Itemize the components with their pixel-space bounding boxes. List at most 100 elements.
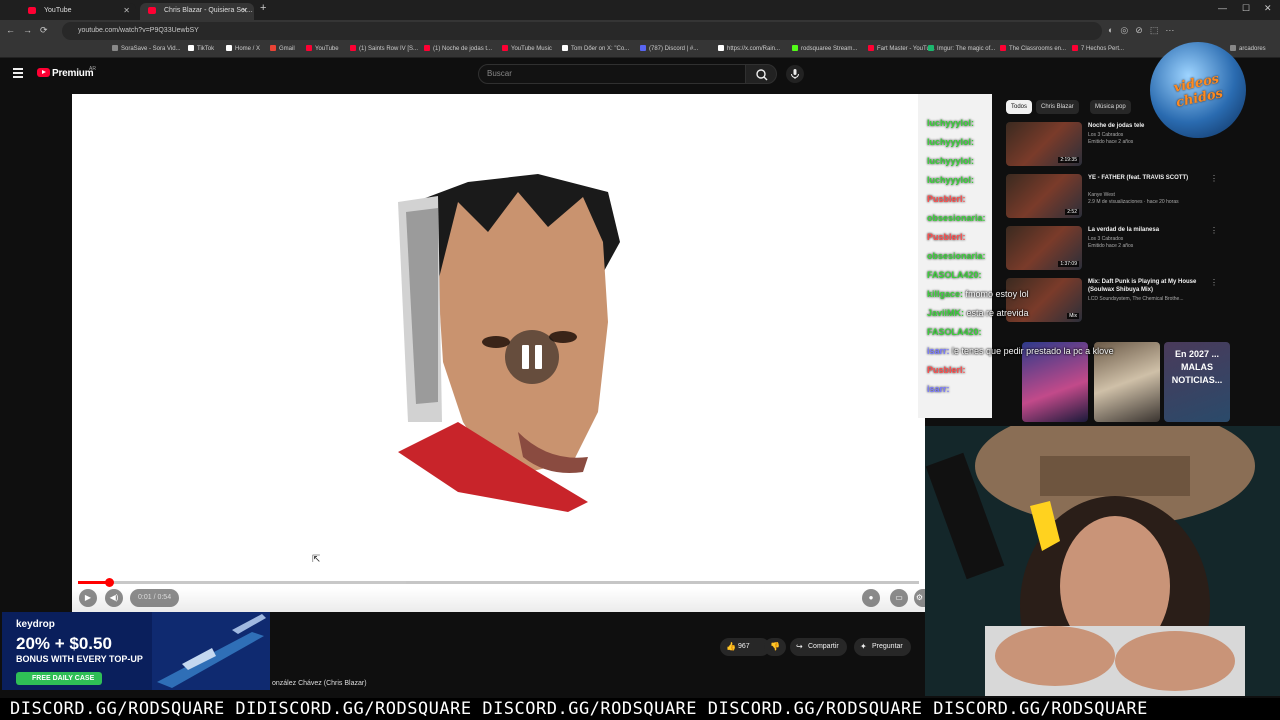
chip-all[interactable]: Todos (1006, 100, 1033, 114)
progress-bar[interactable] (78, 578, 919, 587)
bookmark-label: Home / X (235, 46, 261, 52)
extension-icons[interactable]: ◐◎⊘⬚⋯ (1108, 25, 1181, 36)
bookmark-item[interactable]: Home / X (226, 45, 260, 52)
search-icon (756, 69, 768, 81)
chip-chris-blazar[interactable]: Chris Blazar (1036, 100, 1079, 114)
search-button[interactable] (745, 64, 777, 84)
more-options-icon[interactable]: ⋮ (1210, 174, 1218, 183)
bookmark-item[interactable]: The Classrooms en... (1000, 45, 1066, 52)
search-input[interactable]: Buscar (478, 64, 746, 84)
youtube-logo-icon[interactable] (37, 68, 50, 77)
autoplay-toggle[interactable]: ● (862, 589, 880, 607)
navigation-icons[interactable]: ←→⟳ (6, 25, 56, 36)
new-tab-button[interactable]: + (260, 2, 266, 14)
bookmark-item[interactable]: TikTok (188, 45, 214, 52)
recommendation-title[interactable]: Mix: Daft Punk is Playing at My House (S… (1088, 278, 1206, 294)
bookmark-item[interactable]: https://x.com/Rain... (718, 45, 780, 52)
ad-brand: keydrop (16, 619, 55, 630)
bookmark-favicon-icon (562, 45, 568, 51)
volume-button[interactable]: ◀) (105, 589, 123, 607)
sparkle-icon: ✦ (860, 642, 867, 651)
bookmark-favicon-icon (502, 45, 508, 51)
bookmark-label: YouTube Music (511, 46, 552, 52)
youtube-favicon-icon (28, 7, 36, 14)
chat-username: FASOLA420: (927, 327, 982, 337)
recommendation-channel[interactable]: Los 3 Cabrados (1088, 236, 1123, 242)
url-field[interactable]: youtube.com/watch?v=P9Q33UewbSY (62, 22, 1102, 40)
bookmark-item[interactable]: 7 Hechos Pert... (1072, 45, 1124, 52)
logo-text: videos chidos (1172, 71, 1225, 111)
maximize-icon[interactable]: ☐ (1242, 3, 1250, 14)
bookmark-item[interactable]: Gmail (270, 45, 295, 52)
bookmark-label: Imgur: The magic of... (937, 46, 996, 52)
more-options-icon[interactable]: ⋮ (1210, 278, 1218, 287)
ticker-text: DISCORD.GG/RODSQUARE DIDISCORD.GG/RODSQU… (10, 699, 1148, 719)
recommendation-channel[interactable]: Los 3 Cabrados (1088, 132, 1123, 138)
channel-logo: videos chidos (1150, 42, 1246, 138)
short-thumbnail[interactable]: En 2027 ... MALAS NOTICIAS... (1164, 342, 1230, 422)
browser-tab-youtube[interactable]: YouTube ✕ (20, 3, 136, 20)
recommendation-thumbnail[interactable]: 1:37:09 (1006, 226, 1082, 270)
bookmark-item[interactable]: YouTube Music (502, 45, 552, 52)
bookmark-item[interactable]: arcadores (1230, 45, 1266, 52)
recommendation-thumbnail[interactable]: 2:52 (1006, 174, 1082, 218)
more-options-icon[interactable]: ⋮ (1210, 226, 1218, 235)
minimize-icon[interactable]: — (1218, 3, 1227, 13)
mouse-cursor-icon: ⇱ (312, 554, 321, 565)
chat-text: le tenes que pedir prestado la pc a klov… (952, 346, 1114, 356)
premium-logo-text[interactable]: Premium (52, 68, 94, 79)
chat-username: luchyyylol: (927, 175, 975, 185)
bookmark-favicon-icon (350, 45, 356, 51)
bookmark-label: YouTube (315, 46, 339, 52)
recommendation-channel[interactable]: LCD Soundsystem, The Chemical Brothe... (1088, 296, 1184, 302)
bookmark-item[interactable]: Fart Master - YouTu... (868, 45, 935, 52)
ask-button[interactable]: ✦ Preguntar (854, 638, 911, 656)
recommendation-meta: Emitido hace 2 años (1088, 139, 1134, 145)
chat-message: FASOLA420: (927, 327, 982, 337)
dislike-button[interactable]: 👎 (764, 638, 786, 656)
discord-ticker: DISCORD.GG/RODSQUARE DIDISCORD.GG/RODSQU… (0, 698, 1280, 720)
close-tab-icon[interactable]: ✕ (241, 3, 248, 18)
bookmark-item[interactable]: SoraSave - Sora Vid... (112, 45, 181, 52)
bookmark-item[interactable]: Imgur: The magic of... (928, 45, 995, 52)
bookmark-item[interactable]: (1) Saints Row IV [S... (350, 45, 418, 52)
menu-icon[interactable] (13, 68, 23, 78)
browser-tab-video[interactable]: Chris Blazar - Quisiera Ser... ✕ (140, 3, 254, 20)
scrubber-handle[interactable] (105, 578, 115, 587)
recommendation-channel[interactable]: Kanye West (1088, 192, 1115, 198)
pause-overlay-button[interactable] (505, 330, 559, 384)
like-button[interactable]: 👍 967 (720, 638, 770, 656)
recommendation-item[interactable]: 1:37:09 La verdad de la milanesa Los 3 Cab… (1006, 226, 1226, 276)
bookmark-label: arcadores (1239, 46, 1266, 52)
recommendation-title[interactable]: YE - FATHER (feat. TRAVIS SCOTT) (1088, 174, 1206, 182)
recommendation-meta: Emitido hace 2 años (1088, 243, 1134, 249)
bookmark-label: https://x.com/Rain... (727, 46, 781, 52)
bookmark-item[interactable]: (1) Noche de jodas t... (424, 45, 492, 52)
bookmark-favicon-icon (226, 45, 232, 51)
recommendation-title[interactable]: La verdad de la milanesa (1088, 226, 1206, 234)
time-display: 0:01 / 0:54 (130, 589, 180, 607)
chat-message: luchyyylol: (927, 118, 974, 128)
ask-label: Preguntar (872, 643, 903, 650)
bookmark-label: SoraSave - Sora Vid... (121, 46, 181, 52)
bookmark-item[interactable]: rodsquaree Stream... (792, 45, 857, 52)
duration-badge: Mix (1067, 313, 1079, 319)
video-player[interactable]: ⇱ ▶ ◀) 0:01 / 0:54 ● ▭ ⚙ (72, 94, 925, 612)
bookmarks-bar: SoraSave - Sora Vid... TikTok Home / X Gmai… (0, 42, 1280, 58)
bookmark-item[interactable]: Tom Dőer on X: "Co... (562, 45, 629, 52)
close-window-icon[interactable]: ✕ (1264, 3, 1272, 14)
region-code: AR (89, 66, 96, 72)
close-tab-icon[interactable]: ✕ (123, 3, 130, 18)
recommendation-item[interactable]: 2:52 YE - FATHER (feat. TRAVIS SCOTT) Kany… (1006, 174, 1226, 224)
bookmark-item[interactable]: YouTube (306, 45, 339, 52)
settings-button[interactable]: ⚙ (914, 589, 925, 607)
recommendation-item[interactable]: Mix Mix: Daft Punk is Playing at My House… (1006, 278, 1226, 328)
play-button[interactable]: ▶ (79, 589, 97, 607)
chat-username: killgace: (927, 289, 964, 299)
recommendation-thumbnail[interactable]: 2:19:35 (1006, 122, 1082, 166)
bookmark-item[interactable]: (787) Discord | #... (640, 45, 698, 52)
chip-musica-pop[interactable]: Música pop (1090, 100, 1131, 114)
voice-search-button[interactable] (786, 65, 804, 83)
subtitles-button[interactable]: ▭ (890, 589, 908, 607)
share-button[interactable]: ↪ Compartir (790, 638, 847, 656)
